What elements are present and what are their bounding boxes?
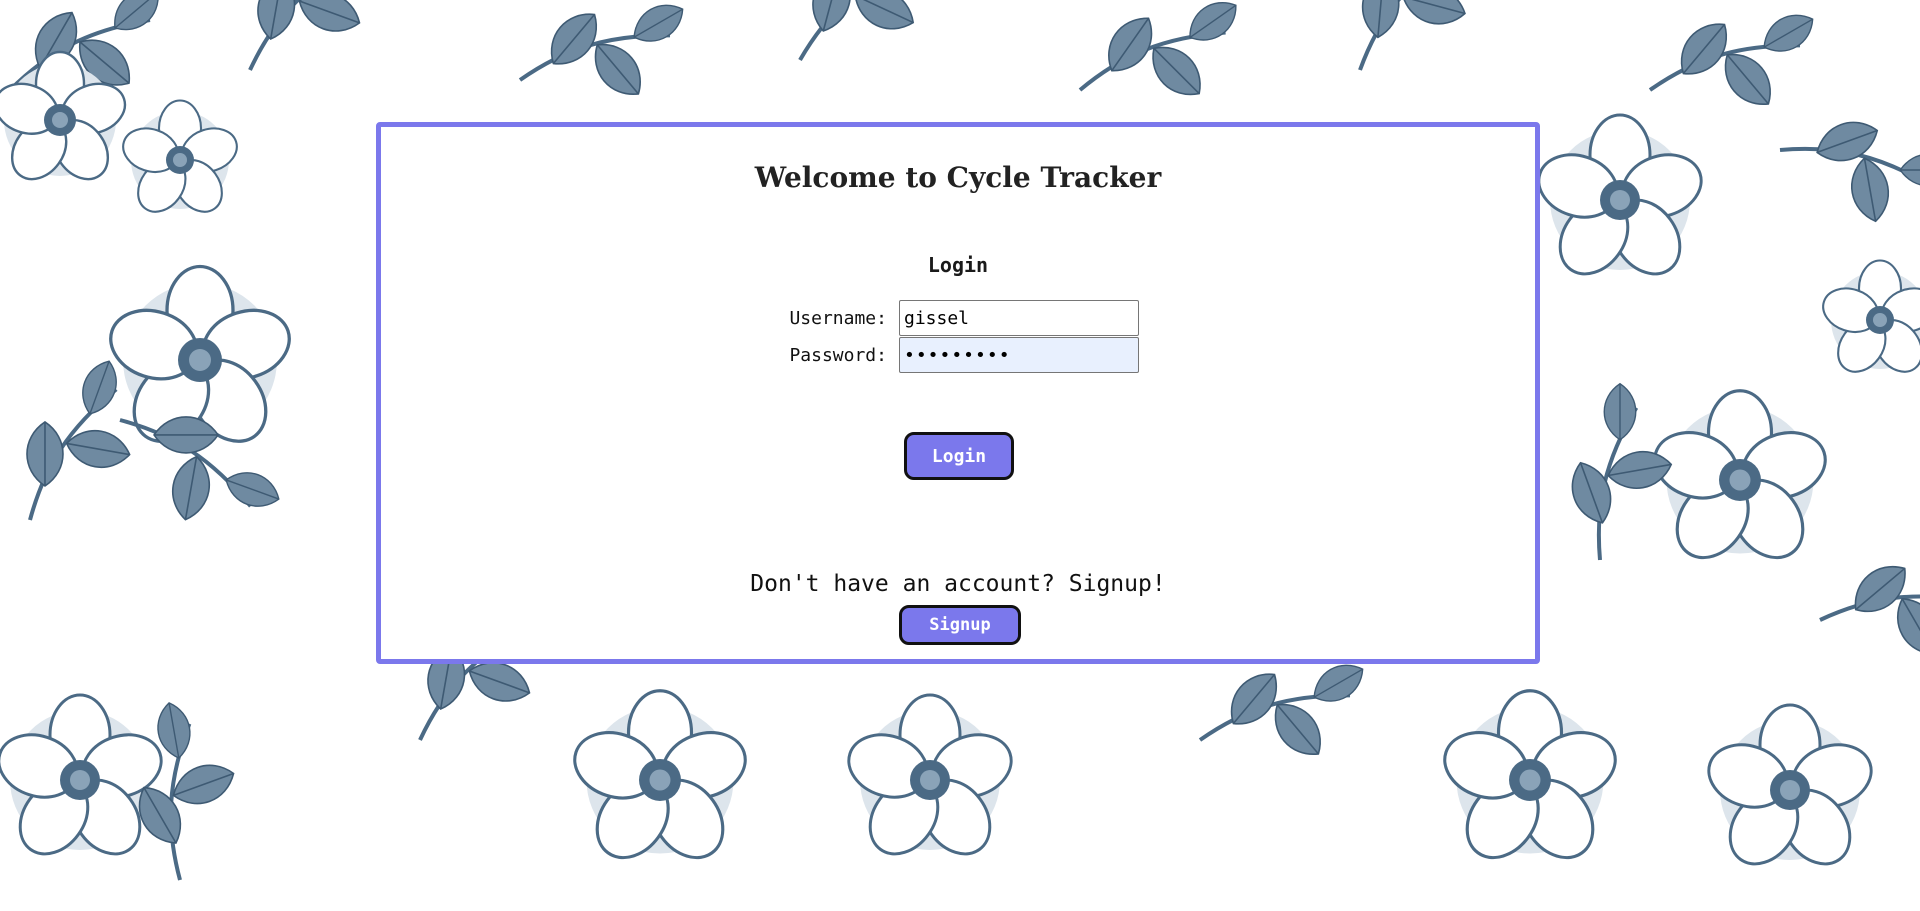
password-input[interactable] xyxy=(899,337,1139,373)
login-button[interactable]: Login xyxy=(904,432,1014,480)
signup-prompt: Don't have an account? Signup! xyxy=(750,571,1166,597)
username-input[interactable] xyxy=(899,300,1139,336)
page-title: Welcome to Cycle Tracker xyxy=(754,161,1162,194)
login-card: Welcome to Cycle Tracker Login Username:… xyxy=(376,122,1540,664)
login-heading: Login xyxy=(927,253,989,277)
signup-button[interactable]: Signup xyxy=(899,605,1021,645)
username-label: Username: xyxy=(789,308,887,329)
password-label: Password: xyxy=(789,345,887,366)
